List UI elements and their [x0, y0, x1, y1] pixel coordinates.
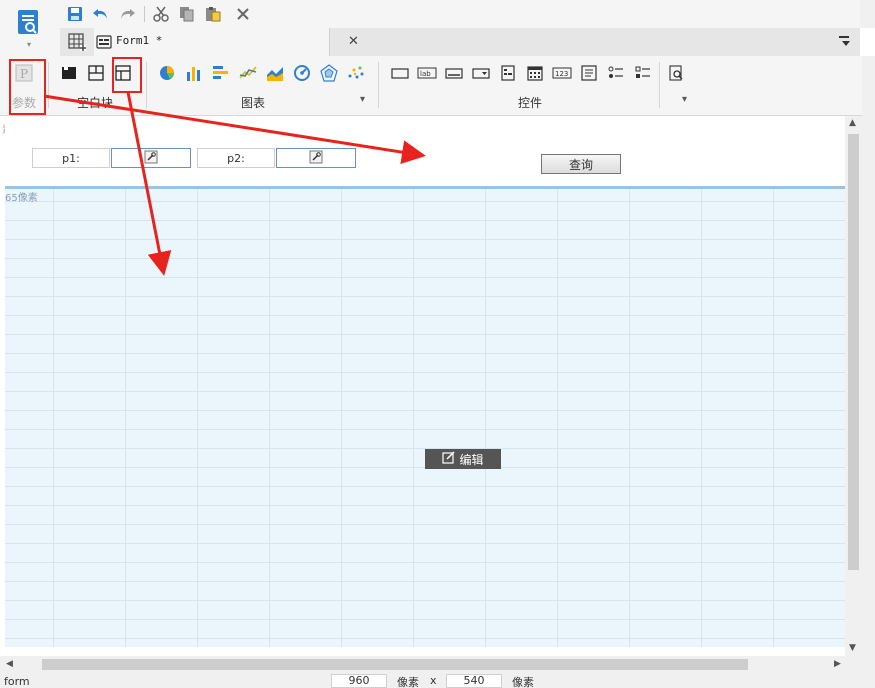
body-grid-pane[interactable]: 65像素 [5, 189, 845, 647]
wrench-icon [309, 150, 323, 167]
p2-label: p2: [197, 148, 275, 168]
annotation-box-block [112, 57, 142, 93]
block-solid-icon[interactable] [57, 62, 81, 84]
area-chart-icon[interactable] [263, 62, 287, 84]
design-canvas: 素 p1: p2: 查询 65像素 编辑 [0, 116, 862, 656]
paste-icon[interactable] [202, 4, 224, 24]
redo-icon[interactable] [116, 4, 138, 24]
app-menu-chevron-icon[interactable]: ▾ [27, 40, 31, 49]
body-pane-tag: 65像素 [5, 193, 38, 204]
status-component-name: form [4, 675, 30, 688]
form-icon [96, 34, 112, 53]
tab-form1[interactable]: Form1 * ✕ [94, 28, 359, 56]
edit-button[interactable]: 编辑 [425, 449, 501, 469]
radar-chart-icon[interactable] [317, 62, 341, 84]
copy-icon[interactable] [176, 4, 198, 24]
scatter-chart-icon[interactable] [344, 62, 368, 84]
app-menu-icon[interactable] [16, 8, 42, 36]
wrench-icon [144, 150, 158, 167]
pie-chart-icon[interactable] [155, 62, 179, 84]
widget-group-expand-icon[interactable]: ▾ [682, 94, 687, 105]
label-widget-icon[interactable] [388, 62, 412, 84]
app-logo-area: ▾ [0, 0, 60, 56]
template-grid-icon[interactable] [68, 33, 86, 54]
checkbox-group-widget-icon[interactable] [631, 62, 655, 84]
edit-icon [442, 451, 456, 467]
number-widget-icon[interactable]: 123 [550, 62, 574, 84]
vertical-scroll-thumb[interactable] [848, 134, 859, 570]
tree-widget-icon[interactable] [496, 62, 520, 84]
lab-widget-icon[interactable]: lab [415, 62, 439, 84]
gauge-chart-icon[interactable] [290, 62, 314, 84]
annotation-box-param [9, 59, 46, 115]
tab-menu-icon[interactable] [838, 34, 852, 51]
chart-group-label: 图表 [241, 96, 266, 110]
scroll-down-icon[interactable]: ▼ [849, 643, 856, 653]
times-label: x [430, 674, 437, 687]
horizontal-scroll-thumb[interactable] [42, 659, 748, 670]
svg-text:123: 123 [555, 70, 568, 78]
delete-icon[interactable] [232, 4, 254, 24]
bar-chart-icon[interactable] [182, 62, 206, 84]
blank-block-group-label: 空白块 [77, 96, 114, 110]
undo-icon[interactable] [90, 4, 112, 24]
horizontal-bar-chart-icon[interactable] [209, 62, 233, 84]
edit-button-label: 编辑 [459, 452, 484, 467]
height-unit-label: 像素 [512, 676, 534, 688]
horizontal-scrollbar[interactable]: ◀ ▶ [0, 656, 845, 673]
quick-access-toolbar [60, 0, 860, 28]
textbox-widget-icon[interactable] [442, 62, 466, 84]
canvas-width-input[interactable]: 960 [331, 674, 387, 688]
canvas-height-input[interactable]: 540 [446, 674, 502, 688]
scroll-right-icon[interactable]: ▶ [834, 659, 841, 669]
parameter-pane[interactable]: p1: p2: 查询 [5, 122, 845, 186]
widget-group-label: 控件 [518, 96, 543, 110]
p2-input[interactable] [276, 148, 356, 168]
p1-input[interactable] [111, 148, 191, 168]
chart-group-expand-icon[interactable]: ▾ [360, 94, 365, 105]
width-unit-label: 像素 [397, 676, 419, 688]
radio-group-widget-icon[interactable] [604, 62, 628, 84]
block-split-icon[interactable] [84, 62, 108, 84]
search-preview-icon[interactable] [664, 62, 688, 84]
line-chart-icon[interactable] [236, 62, 260, 84]
query-button[interactable]: 查询 [541, 154, 621, 174]
tab-strip: Form1 * ✕ [60, 28, 860, 56]
status-bar: form 960 像素 x 540 像素 [0, 673, 875, 688]
scroll-left-icon[interactable]: ◀ [6, 659, 13, 669]
dropdown-widget-icon[interactable] [469, 62, 493, 84]
cut-icon[interactable] [150, 4, 172, 24]
svg-text:lab: lab [420, 70, 431, 78]
tab-label: Form1 * [116, 34, 163, 47]
right-edge-panel [860, 28, 875, 56]
textarea-widget-icon[interactable] [577, 62, 601, 84]
save-icon[interactable] [64, 4, 86, 24]
close-icon[interactable]: ✕ [348, 34, 359, 49]
vertical-scrollbar[interactable]: ▲ ▼ [845, 116, 862, 656]
scroll-up-icon[interactable]: ▲ [849, 118, 856, 128]
p1-label: p1: [32, 148, 110, 168]
date-widget-icon[interactable] [523, 62, 547, 84]
